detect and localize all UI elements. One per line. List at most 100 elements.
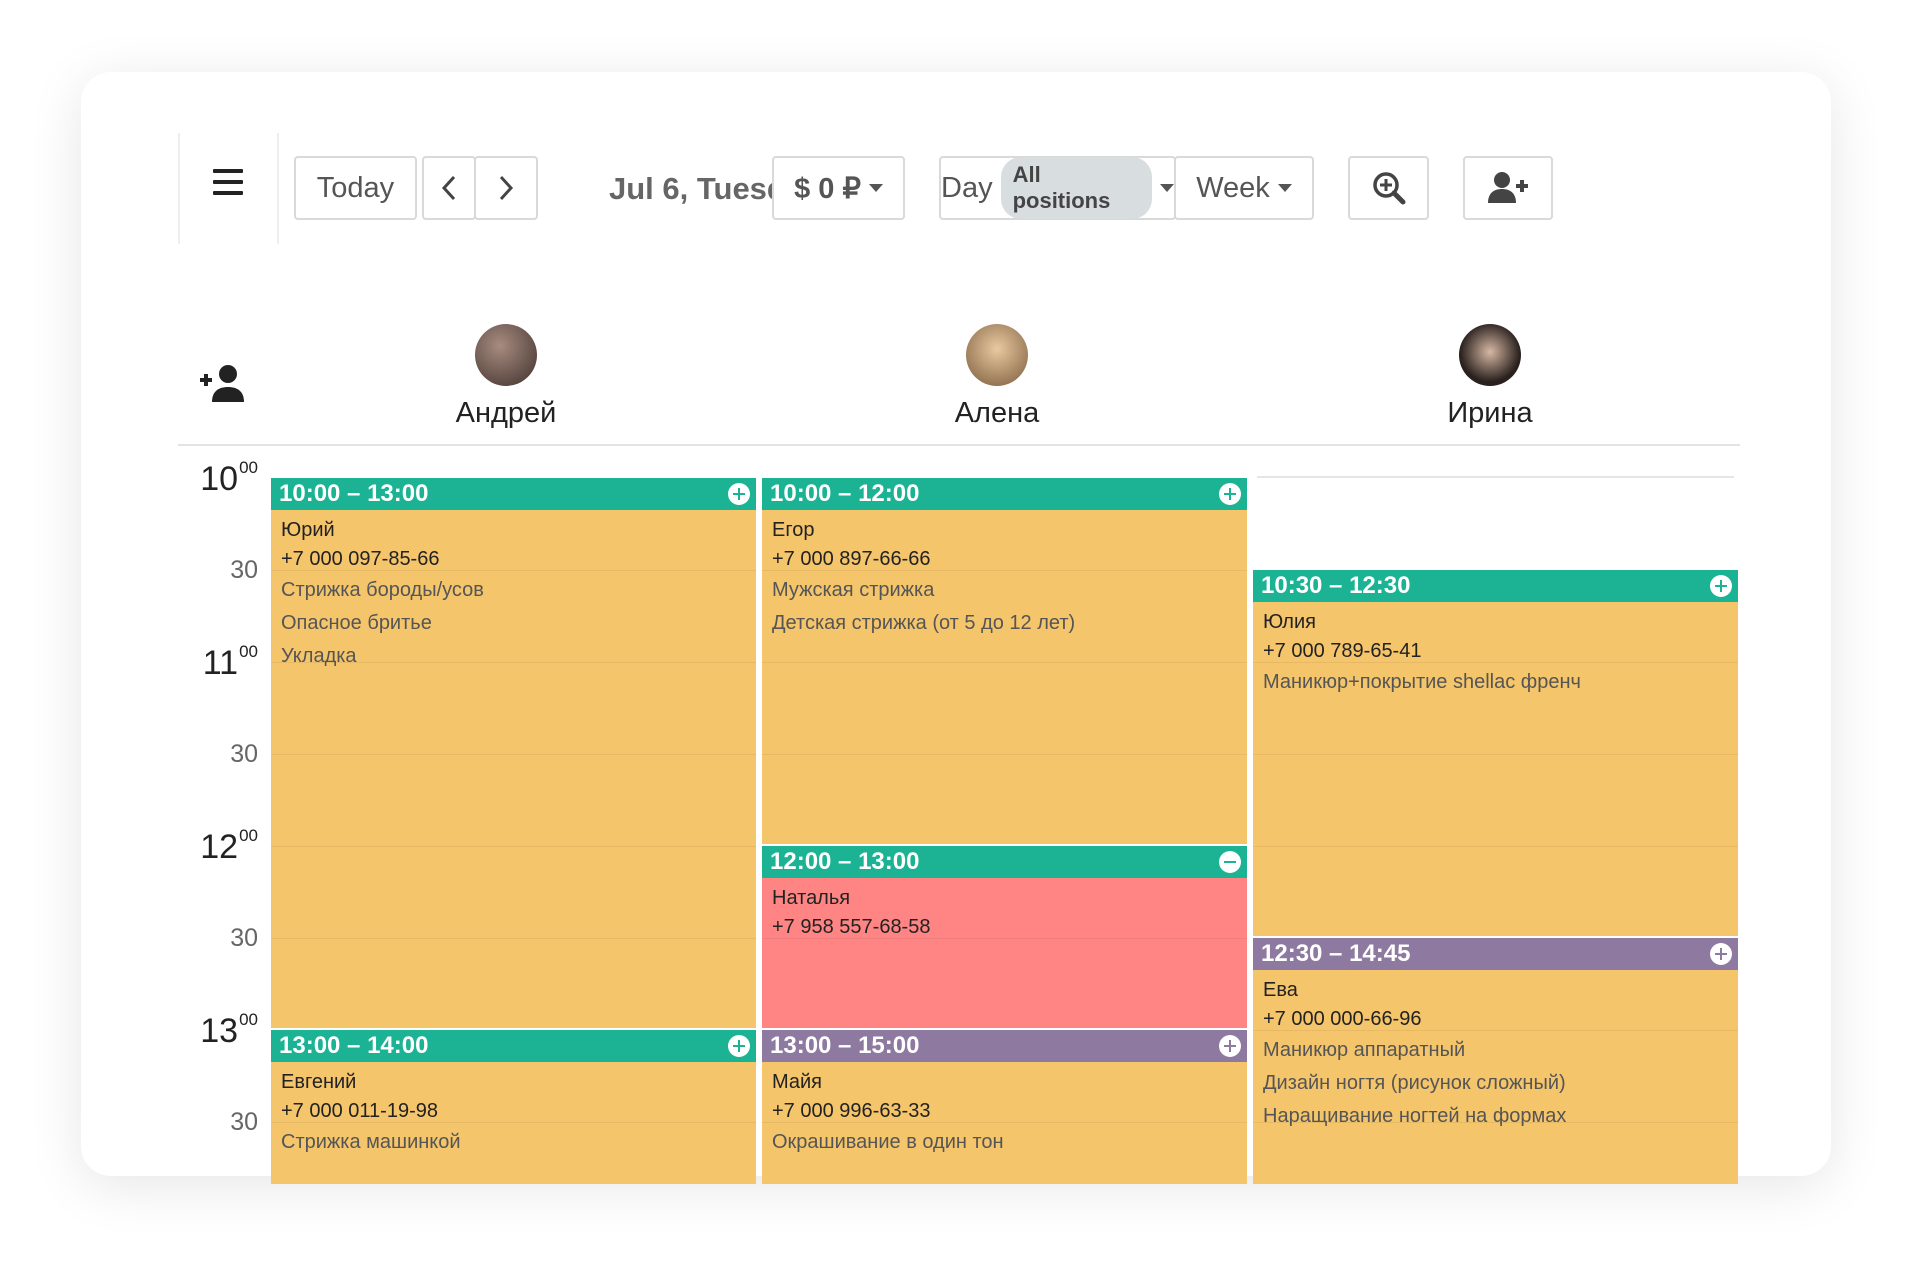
- client-phone: +7 000 996-63-33: [772, 1100, 931, 1122]
- time-label: 30: [230, 1108, 258, 1136]
- toolbar-divider: [277, 133, 279, 244]
- staff-header: Андрей Алена Ирина: [178, 244, 1740, 446]
- add-staff-icon[interactable]: [198, 364, 246, 404]
- minute-value: 00: [239, 826, 258, 845]
- service-item: Маникюр+покрытие shellac френч: [1263, 671, 1581, 693]
- plus-circle-icon[interactable]: [1219, 1035, 1241, 1057]
- client-phone: +7 000 789-65-41: [1263, 640, 1422, 662]
- plus-circle-icon[interactable]: [1710, 943, 1732, 965]
- minute-value: 00: [239, 642, 258, 661]
- chevron-left-icon: [441, 175, 456, 201]
- service-item: Детская стрижка (от 5 до 12 лет): [772, 612, 1076, 634]
- plus-circle-icon[interactable]: [1219, 483, 1241, 505]
- zoom-button[interactable]: [1348, 156, 1429, 220]
- appointment-time: 12:30 – 14:45: [1261, 940, 1411, 967]
- toolbar: Today Jul 6, Tuesday $ 0 ₽ Day All posit…: [178, 133, 1740, 244]
- service-item: Опасное бритье: [281, 612, 432, 634]
- chevron-right-icon: [499, 175, 514, 201]
- appointment-card[interactable]: 10:30 – 12:30 Юлия +7 000 789-65-41 Маникюр…: [1253, 570, 1738, 936]
- staff-name: Алена: [954, 397, 1040, 429]
- appointment-card[interactable]: 10:00 – 12:00 Егор +7 000 897-66-66 Мужская…: [762, 478, 1247, 844]
- week-label: Week: [1196, 171, 1270, 204]
- time-label: 30: [230, 924, 258, 952]
- time-label: 30: [230, 556, 258, 584]
- appointment-header: 10:30 – 12:30: [1253, 570, 1738, 602]
- appointment-header: 13:00 – 14:00: [271, 1030, 756, 1062]
- client-name: Наталья: [772, 887, 851, 909]
- avatar: [1459, 324, 1521, 386]
- appointment-body: Егор +7 000 897-66-66 Мужская стрижка Детск…: [762, 510, 1247, 646]
- appointment-header: 13:00 – 15:00: [762, 1030, 1247, 1062]
- appointment-body: Юрий +7 000 097-85-66 Стрижка бороды/усов О…: [271, 510, 756, 679]
- hour-value: 10: [200, 460, 239, 498]
- positions-filter[interactable]: Day All positions: [939, 156, 1176, 220]
- service-item: Маникюр аппаратный: [1263, 1039, 1466, 1061]
- prev-day-button[interactable]: [422, 156, 476, 220]
- appointment-body: Юлия +7 000 789-65-41 Маникюр+покрытие she…: [1253, 602, 1738, 705]
- plus-circle-icon[interactable]: [1710, 575, 1732, 597]
- client-phone: +7 000 011-19-98: [281, 1100, 438, 1122]
- client-name: Юрий: [281, 519, 335, 541]
- client-phone: +7 000 000-66-96: [1263, 1008, 1422, 1030]
- hour-value: 13: [200, 1012, 239, 1050]
- staff-name: Ирина: [1447, 397, 1533, 429]
- appointment-card[interactable]: 12:30 – 14:45 Ева +7 000 000-66-96 Маникюр …: [1253, 938, 1738, 1185]
- appointment-body: Ева +7 000 000-66-96 Маникюр аппаратный Диз…: [1253, 970, 1738, 1139]
- minus-circle-icon[interactable]: [1219, 851, 1241, 873]
- day-label: Day: [941, 171, 993, 204]
- positions-pill: All positions: [1000, 157, 1152, 219]
- client-name: Майя: [772, 1071, 823, 1093]
- appointment-header: 12:00 – 13:00: [762, 846, 1247, 878]
- time-label: 1100: [202, 642, 258, 683]
- zoom-in-icon: [1372, 172, 1405, 205]
- client-phone: +7 958 557-68-58: [772, 916, 931, 938]
- appointment-time: 13:00 – 14:00: [279, 1032, 429, 1059]
- service-item: Укладка: [281, 645, 357, 667]
- appointment-header: 10:00 – 12:00: [762, 478, 1247, 510]
- appointment-time: 10:30 – 12:30: [1261, 572, 1411, 599]
- user-plus-icon: [1488, 172, 1528, 203]
- revenue-value: $ 0 ₽: [794, 172, 861, 205]
- service-item: Наращивание ногтей на формах: [1263, 1105, 1567, 1127]
- appointment-body: Наталья +7 958 557-68-58: [762, 878, 1247, 948]
- client-name: Евгений: [281, 1071, 357, 1093]
- plus-circle-icon[interactable]: [728, 483, 750, 505]
- hour-value: 11: [202, 644, 239, 682]
- service-item: Мужская стрижка: [772, 579, 935, 601]
- staff-column-header[interactable]: Ирина: [1245, 324, 1735, 430]
- revenue-dropdown[interactable]: $ 0 ₽: [772, 156, 905, 220]
- appointment-card[interactable]: 13:00 – 15:00 Майя +7 000 996-63-33 Окрашив…: [762, 1030, 1247, 1185]
- appointment-time: 12:00 – 13:00: [770, 848, 920, 875]
- free-slot-line: [1257, 476, 1734, 478]
- menu-icon[interactable]: [213, 169, 243, 199]
- client-name: Ева: [1263, 979, 1298, 1001]
- client-name: Юлия: [1263, 611, 1316, 633]
- toolbar-divider: [178, 133, 180, 244]
- appointment-card[interactable]: 12:00 – 13:00 Наталья +7 958 557-68-58: [762, 846, 1247, 1028]
- appointment-card[interactable]: 10:00 – 13:00 Юрий +7 000 097-85-66 Стрижка…: [271, 478, 756, 1028]
- caret-down-icon: [868, 184, 883, 192]
- add-client-button[interactable]: [1463, 156, 1553, 220]
- week-dropdown[interactable]: Week: [1174, 156, 1314, 220]
- avatar: [966, 324, 1028, 386]
- next-day-button[interactable]: [474, 156, 538, 220]
- time-label: 1000: [200, 458, 258, 499]
- service-item: Дизайн ногтя (рисунок сложный): [1263, 1072, 1566, 1094]
- calendar-card: Today Jul 6, Tuesday $ 0 ₽ Day All posit…: [81, 72, 1831, 1185]
- service-item: Стрижка бороды/усов: [281, 579, 484, 601]
- appointment-body: Евгений +7 000 011-19-98 Стрижка машинкой: [271, 1062, 756, 1165]
- time-label: 1200: [200, 826, 258, 867]
- caret-down-icon: [1160, 184, 1174, 192]
- staff-column-header[interactable]: Алена: [752, 324, 1242, 430]
- hour-value: 12: [200, 828, 239, 866]
- staff-column-header[interactable]: Андрей: [261, 324, 751, 430]
- plus-circle-icon[interactable]: [728, 1035, 750, 1057]
- today-button[interactable]: Today: [294, 156, 417, 220]
- minute-value: 00: [239, 458, 258, 477]
- client-name: Егор: [772, 519, 815, 541]
- appointment-header: 12:30 – 14:45: [1253, 938, 1738, 970]
- appointment-body: Майя +7 000 996-63-33 Окрашивание в один т…: [762, 1062, 1247, 1165]
- appointment-card[interactable]: 13:00 – 14:00 Евгений +7 000 011-19-98 Стри…: [271, 1030, 756, 1185]
- staff-name: Андрей: [455, 397, 557, 429]
- client-phone: +7 000 097-85-66: [281, 548, 440, 570]
